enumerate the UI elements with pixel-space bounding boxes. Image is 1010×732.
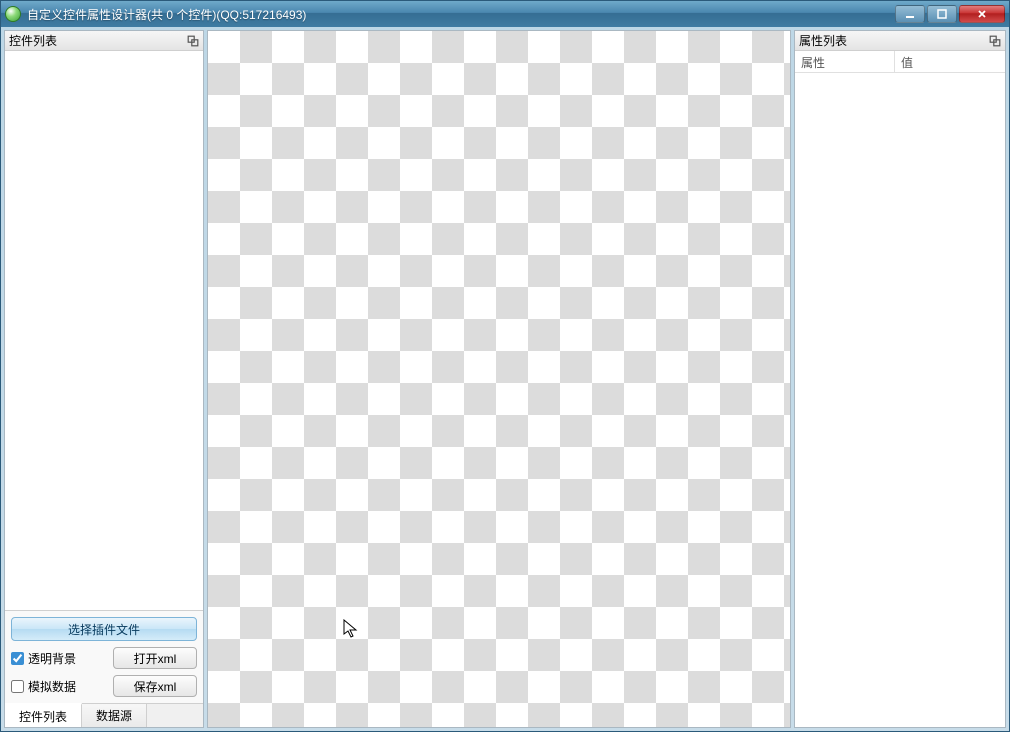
- mock-data-checkbox[interactable]: 模拟数据: [11, 678, 107, 695]
- left-tabs: 控件列表 数据源: [5, 703, 203, 727]
- window-controls: [895, 5, 1005, 23]
- design-canvas[interactable]: [207, 30, 791, 728]
- transparent-bg-label: 透明背景: [28, 650, 76, 667]
- open-xml-button[interactable]: 打开xml: [113, 647, 197, 669]
- control-list[interactable]: [5, 51, 203, 610]
- right-dock-title: 属性列表: [799, 32, 989, 49]
- app-window: 自定义控件属性设计器(共 0 个控件)(QQ:517216493) 控件列表: [0, 0, 1010, 732]
- workspace: 控件列表 选择插件文件 透明背景 打开xml: [4, 30, 1006, 728]
- client-area: 控件列表 选择插件文件 透明背景 打开xml: [1, 27, 1009, 731]
- titlebar[interactable]: 自定义控件属性设计器(共 0 个控件)(QQ:517216493): [1, 1, 1009, 27]
- app-icon: [5, 6, 21, 22]
- cursor-icon: [343, 619, 359, 639]
- left-dock-panel: 控件列表 选择插件文件 透明背景 打开xml: [4, 30, 204, 728]
- undock-icon[interactable]: [187, 35, 199, 47]
- property-table-header: 属性 值: [795, 51, 1005, 73]
- left-dock-title: 控件列表: [9, 32, 187, 49]
- transparent-bg-checkbox[interactable]: 透明背景: [11, 650, 107, 667]
- left-dock-header[interactable]: 控件列表: [5, 31, 203, 51]
- select-plugin-button[interactable]: 选择插件文件: [11, 617, 197, 641]
- tab-datasource[interactable]: 数据源: [82, 704, 147, 727]
- mock-data-label: 模拟数据: [28, 678, 76, 695]
- tab-controls[interactable]: 控件列表: [5, 703, 82, 727]
- close-button[interactable]: [959, 5, 1005, 23]
- save-xml-button[interactable]: 保存xml: [113, 675, 197, 697]
- maximize-icon: [937, 9, 947, 19]
- close-icon: [977, 9, 987, 19]
- right-dock-header[interactable]: 属性列表: [795, 31, 1005, 51]
- window-title: 自定义控件属性设计器(共 0 个控件)(QQ:517216493): [27, 6, 895, 23]
- left-bottom-controls: 选择插件文件 透明背景 打开xml 模拟数据 保存xml: [5, 610, 203, 703]
- property-col-value: 值: [895, 51, 1005, 72]
- undock-icon-right[interactable]: [989, 35, 1001, 47]
- transparent-bg-input[interactable]: [11, 652, 24, 665]
- right-dock-panel: 属性列表 属性 值: [794, 30, 1006, 728]
- mock-data-input[interactable]: [11, 680, 24, 693]
- minimize-icon: [905, 9, 915, 19]
- maximize-button[interactable]: [927, 5, 957, 23]
- property-col-name: 属性: [795, 51, 895, 72]
- property-table-body[interactable]: [795, 73, 1005, 727]
- minimize-button[interactable]: [895, 5, 925, 23]
